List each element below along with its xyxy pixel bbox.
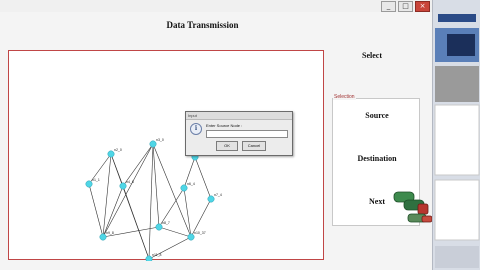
ok-button[interactable]: OK	[216, 141, 238, 151]
cancel-button[interactable]: Cancel	[242, 141, 266, 151]
maximize-button[interactable]: □	[398, 1, 413, 12]
source-button[interactable]: Source	[333, 111, 421, 120]
graph-node-label: n2_0	[114, 148, 122, 152]
graph-edges	[88, 143, 212, 260]
window-controls: _ □ ×	[381, 1, 430, 12]
graph-node-label: n1_1	[92, 178, 100, 182]
graph-node-label: n8_7	[162, 221, 170, 225]
close-button[interactable]: ×	[415, 1, 430, 12]
graph-node-label: n4_8	[126, 180, 134, 184]
page-title: Data Transmission	[166, 20, 239, 30]
select-heading: Select	[362, 51, 382, 60]
graph-node-label: n9_8	[106, 231, 114, 235]
thumbnail-strip	[434, 14, 480, 268]
dialog-prompt: Enter Source Node :	[206, 123, 243, 128]
graph-node-label: n7_4	[214, 193, 222, 197]
selection-group-label: Selection	[333, 94, 356, 100]
source-node-input[interactable]	[206, 130, 288, 138]
title-bar: _ □ ×	[0, 0, 432, 12]
info-icon: i	[190, 123, 202, 135]
input-dialog: Input i Enter Source Node : OK Cancel	[185, 111, 293, 156]
destination-button[interactable]: Destination	[333, 154, 421, 163]
network-cylinders-icon	[393, 191, 433, 223]
graph-node-label: n3_0	[156, 138, 164, 142]
graph-node-label: n6_4	[187, 182, 195, 186]
network-graph: n1_1n2_0n3_0n4_8n5_6n6_4n7_4n8_7n9_8n10_…	[85, 138, 222, 261]
side-taskbar	[432, 0, 480, 270]
graph-node-label: n10_37	[194, 231, 206, 235]
minimize-button[interactable]: _	[381, 1, 396, 12]
dialog-title: Input	[186, 112, 292, 120]
app-window: _ □ × Data Transmission n1_1 n2_0 n3_0 n…	[0, 0, 433, 270]
graph-node-label: n11_8	[152, 253, 162, 257]
